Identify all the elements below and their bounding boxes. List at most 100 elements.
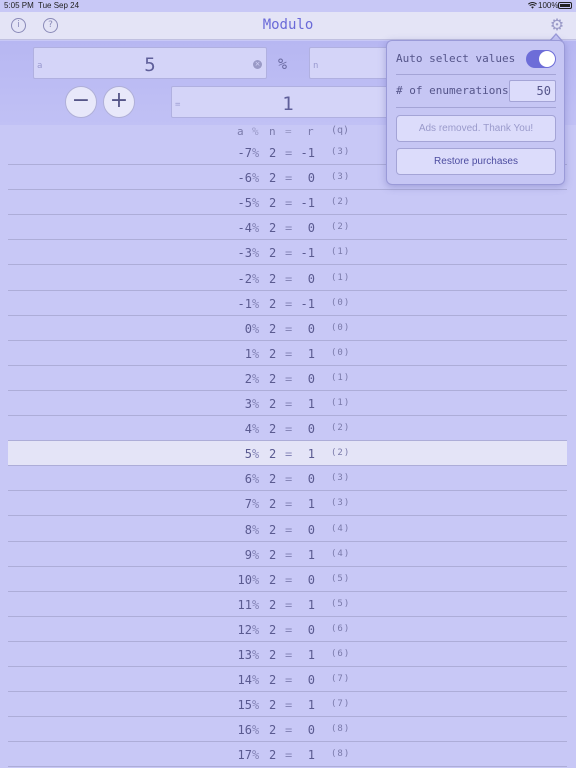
column-n: n [269,125,276,138]
a-input[interactable]: a 5 × [33,47,267,79]
result-value: 1 [282,93,294,115]
cell-op: % [252,321,260,336]
cell-r: -1 [300,146,315,160]
cell-q: (1) [331,247,351,258]
cell-n: 2 [269,246,277,261]
cell-q: (0) [331,297,351,308]
cell-op: % [252,648,260,662]
table-row[interactable]: 12% 2 = 0 (6) [8,617,567,642]
cell-op: % [252,748,260,763]
table-row[interactable]: 8% 2 = 0 (4) [8,517,567,542]
cell-a: 16 [237,723,252,738]
table-row[interactable]: 1% 2 = 1 (0) [8,341,567,366]
ads-removed-button: Ads removed. Thank You! [396,115,556,142]
divider [396,74,556,75]
page-title: Modulo [262,17,314,33]
cell-r: 1 [307,397,315,411]
cell-a: -3 [237,246,252,261]
cell-r: 0 [307,572,315,587]
restore-purchases-button[interactable]: Restore purchases [396,148,556,175]
cell-a: 17 [237,748,252,763]
cell-r: 0 [307,221,315,236]
cell-op: % [252,622,260,637]
increment-button[interactable]: + [103,86,135,118]
cell-n: 2 [269,422,277,437]
cell-q: (6) [331,649,351,659]
enumerations-input[interactable]: 50 [509,80,556,102]
auto-select-toggle[interactable] [526,50,556,68]
table-row[interactable]: 15% 2 = 1 (7) [8,692,567,718]
result-field: = 1 [171,86,399,118]
table-row[interactable]: 6% 2 = 0 (3) [8,466,567,492]
cell-n: 2 [269,648,277,662]
table-row[interactable]: 16% 2 = 0 (8) [8,717,567,743]
table-row[interactable]: -3% 2 = -1 (1) [8,240,567,266]
cell-eq: = [285,321,293,336]
cell-op: % [252,397,260,411]
cell-q: (2) [331,423,351,434]
cell-op: % [252,497,260,512]
table-row[interactable]: -1% 2 = -1 (0) [8,291,567,316]
cell-q: (8) [331,724,351,735]
cell-n: 2 [269,572,277,587]
cell-op: % [252,346,260,361]
cell-op: % [252,572,260,587]
table-row[interactable]: 7% 2 = 1 (3) [8,491,567,517]
table-row[interactable]: 4% 2 = 0 (2) [8,416,567,442]
cell-a: -2 [237,271,252,286]
table-row[interactable]: 13% 2 = 1 (6) [8,642,567,667]
cell-eq: = [285,196,293,211]
cell-op: % [252,196,260,211]
table-row[interactable]: 0% 2 = 0 (0) [8,316,567,341]
table-row[interactable]: 14% 2 = 0 (7) [8,667,567,693]
cell-eq: = [285,648,293,662]
wifi-icon [528,2,537,9]
cell-a: -5 [237,196,252,211]
cell-a: 3 [244,397,252,411]
table-row[interactable]: -2% 2 = 0 (1) [8,266,567,291]
cell-a: 14 [237,673,252,688]
cell-op: % [252,698,260,713]
cell-q: (4) [331,523,351,534]
cell-a: 8 [244,522,252,537]
table-row[interactable]: 3% 2 = 1 (1) [8,391,567,416]
table-row[interactable]: -5% 2 = -1 (2) [8,190,567,216]
cell-q: (8) [331,749,351,760]
cell-eq: = [285,422,293,437]
cell-a: 5 [244,447,252,462]
table-row[interactable]: 11% 2 = 1 (5) [8,592,567,617]
table-row[interactable]: 10% 2 = 0 (5) [8,567,567,592]
cell-r: 0 [307,271,315,286]
cell-q: (2) [331,222,351,233]
table-row[interactable]: 17% 2 = 1 (8) [8,742,567,768]
divider [396,107,556,108]
decrement-button[interactable]: − [65,86,97,118]
cell-eq: = [285,547,293,562]
cell-r: 1 [307,346,315,361]
cell-q: (3) [331,473,351,484]
cell-q: (5) [331,573,351,584]
clear-icon[interactable]: × [253,60,262,69]
table-row[interactable]: -4% 2 = 0 (2) [8,215,567,241]
cell-q: (1) [331,272,351,283]
cell-op: % [252,597,260,612]
cell-q: (1) [331,398,351,408]
cell-r: 1 [307,698,315,713]
column-q: (q) [331,125,350,136]
table-row[interactable]: 9% 2 = 1 (4) [8,542,567,567]
gear-icon[interactable]: ⚙ [548,16,566,34]
cell-a: 0 [244,321,252,336]
cell-a: -7 [237,146,252,160]
cell-eq: = [285,146,293,160]
cell-eq: = [285,296,293,311]
table-row[interactable]: 5% 2 = 1 (2) [8,441,567,467]
battery-percent: 100% [538,1,559,10]
cell-r: 1 [307,447,315,462]
cell-n: 2 [269,723,277,738]
cell-n: 2 [269,221,277,236]
table-row[interactable]: 2% 2 = 0 (1) [8,366,567,391]
cell-op: % [252,271,260,286]
cell-n: 2 [269,698,277,713]
cell-a: -1 [237,296,252,311]
cell-a: 4 [244,422,252,437]
